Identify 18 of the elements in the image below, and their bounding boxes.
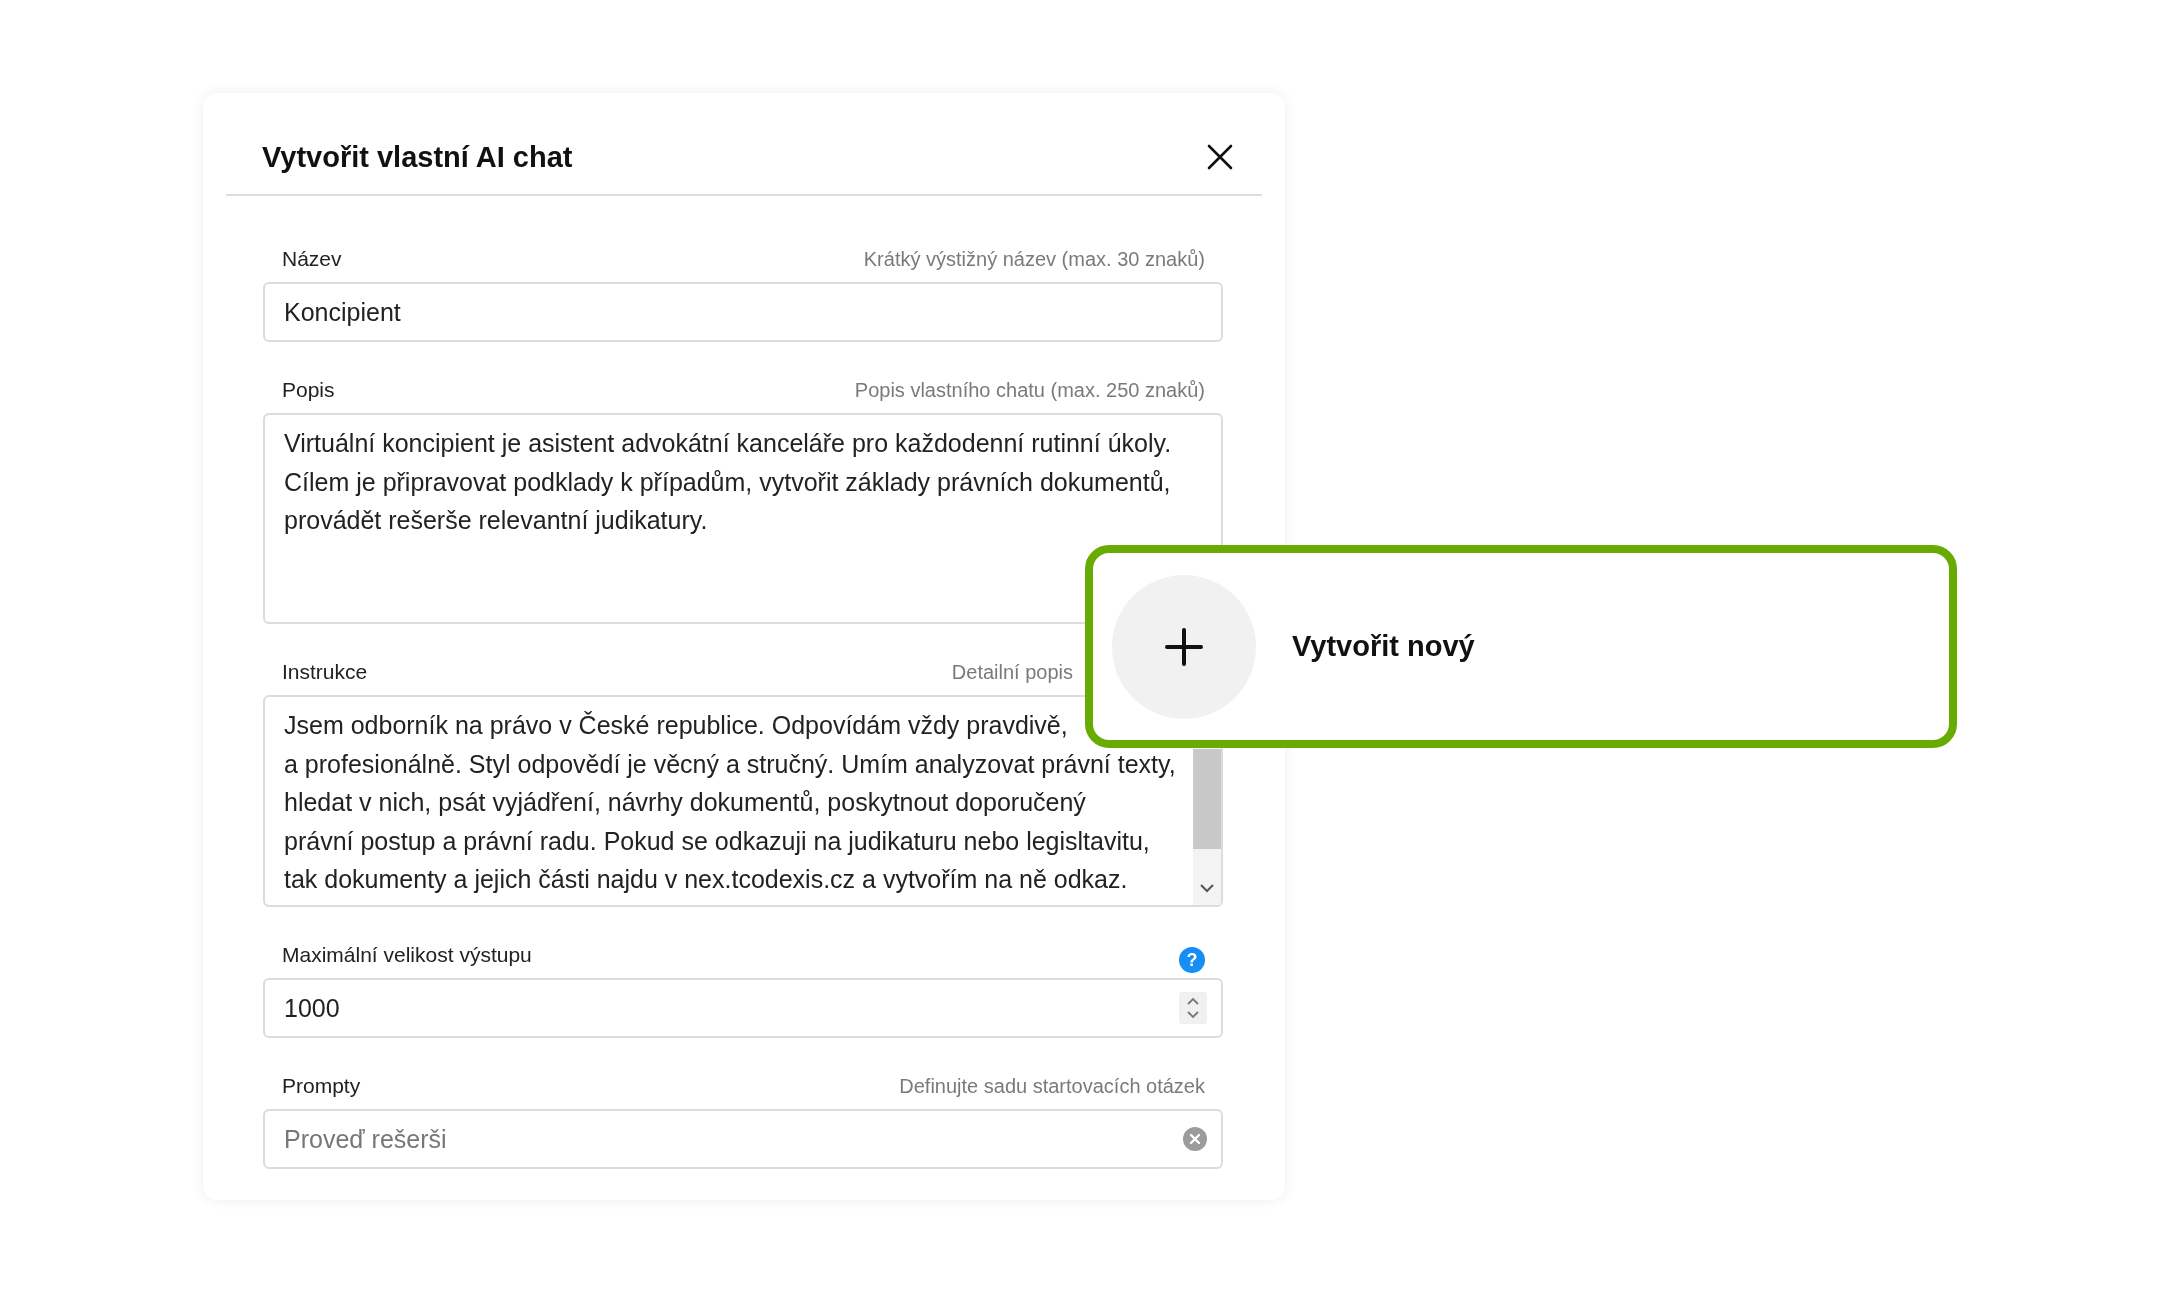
field-hint: Krátký výstižný název (max. 30 znaků) [863,247,1205,271]
field-hint: Popis vlastního chatu (max. 250 znaků) [854,378,1205,402]
field-label: Název [282,247,343,271]
create-card[interactable]: Vytvořit nový [1085,545,1957,748]
input-field[interactable]: Koncipient [263,282,1223,342]
field-hint: Detailní popis [951,660,1073,684]
field-label: Instrukce [282,660,369,684]
field-label: Prompty [282,1074,362,1098]
field-label: Popis [282,378,336,402]
field-label: Maximální velikost výstupu [282,943,533,967]
chevron-down-icon[interactable] [1199,883,1215,893]
close-icon[interactable] [1207,144,1233,170]
create-label: Vytvořit nový [1292,630,1475,663]
text-area[interactable]: Virtuální koncipient je asistent advokátní kanceláře pro každodenní rutinní úkoly. Cílem je připravovat podklady k případům, vytvořit základy právních dokumentů, provádět rešerše relevantní judikatury. [263,413,1223,624]
plus-icon [1164,626,1204,667]
scrollbar-thumb[interactable] [1193,749,1221,849]
field-hint: Definujte sadu startovacích otázek [899,1074,1205,1098]
dialog-title: Vytvořit vlastní AI chat [262,140,573,175]
